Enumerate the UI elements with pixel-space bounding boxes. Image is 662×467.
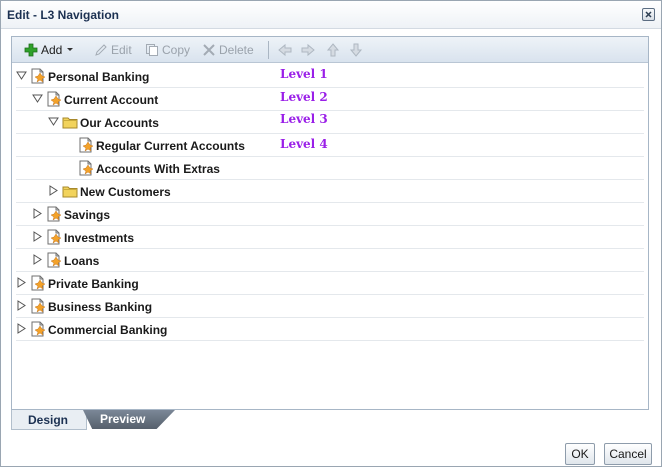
tab-design-label: Design (28, 413, 69, 427)
tree-item-label: Personal Banking (48, 70, 150, 84)
pencil-icon (95, 44, 107, 56)
toolbar: Add Edit Copy Delete (12, 37, 648, 63)
view-tabs: Design Preview (11, 410, 175, 432)
page-icon (78, 160, 94, 176)
page-icon (46, 229, 62, 245)
folder-icon (62, 114, 78, 130)
tree-item-label: New Customers (80, 185, 171, 199)
toolbar-separator (268, 41, 269, 59)
chevron-down-icon (67, 48, 74, 51)
collapsed-triangle-icon[interactable] (32, 208, 43, 219)
title-bar: Edit - L3 Navigation (1, 1, 661, 29)
navigation-editor-panel: Add Edit Copy Delete Personal Banking Cu… (11, 36, 649, 410)
expanded-triangle-icon[interactable] (32, 93, 43, 104)
annotation-level-4: Level 4 (280, 137, 328, 151)
copy-button[interactable]: Copy (145, 42, 190, 58)
collapsed-triangle-icon[interactable] (32, 231, 43, 242)
tree-item-label: Accounts With Extras (96, 162, 220, 176)
tree-item-label: Savings (64, 208, 111, 222)
tree-item-label: Loans (64, 254, 100, 268)
cancel-label: Cancel (609, 447, 647, 461)
tab-preview[interactable]: Preview (83, 410, 175, 429)
page-icon (30, 68, 46, 84)
move-up-icon[interactable] (326, 43, 340, 57)
move-left-icon[interactable] (278, 43, 292, 57)
delete-label: Delete (219, 43, 254, 57)
close-icon (645, 11, 652, 18)
page-icon (30, 275, 46, 291)
annotation-level-3: Level 3 (280, 112, 328, 126)
cancel-button[interactable]: Cancel (604, 443, 652, 465)
delete-button[interactable]: Delete (202, 42, 254, 58)
page-icon (78, 137, 94, 153)
edit-label: Edit (111, 43, 132, 57)
tab-design[interactable]: Design (11, 410, 87, 430)
expanded-triangle-icon[interactable] (16, 70, 27, 81)
tree-item-label: Private Banking (48, 277, 139, 291)
collapsed-triangle-icon[interactable] (16, 323, 27, 334)
tree-row[interactable]: Regular Current Accounts (16, 134, 644, 157)
page-icon (30, 321, 46, 337)
dialog-title: Edit - L3 Navigation (7, 8, 120, 22)
add-label: Add (41, 43, 63, 57)
tree-item-label: Commercial Banking (48, 323, 168, 337)
ok-button[interactable]: OK (565, 443, 595, 465)
tree-item-label: Current Account (64, 93, 159, 107)
edit-button[interactable]: Edit (94, 42, 132, 58)
copy-label: Copy (162, 43, 191, 57)
page-icon (46, 91, 62, 107)
tree-row[interactable]: Loans (16, 249, 644, 272)
edit-dialog: Edit - L3 Navigation Add Edit Copy Delet… (0, 0, 662, 467)
tree-item-label: Our Accounts (80, 116, 159, 130)
add-button[interactable]: Add (24, 42, 74, 58)
page-icon (46, 252, 62, 268)
collapsed-triangle-icon[interactable] (32, 254, 43, 265)
move-down-icon[interactable] (349, 43, 363, 57)
tree-row[interactable]: Commercial Banking (16, 318, 644, 341)
expanded-triangle-icon[interactable] (48, 116, 59, 127)
tree-row[interactable]: Our Accounts (16, 111, 644, 134)
add-icon (24, 43, 38, 57)
close-button[interactable] (642, 8, 655, 21)
collapsed-triangle-icon[interactable] (48, 185, 59, 196)
tree-row[interactable]: Accounts With Extras (16, 157, 644, 180)
tree-item-label: Investments (64, 231, 135, 245)
tree-row[interactable]: Savings (16, 203, 644, 226)
folder-icon (62, 183, 78, 199)
page-icon (46, 206, 62, 222)
tree-row[interactable]: Current Account (16, 88, 644, 111)
tree-row[interactable]: Business Banking (16, 295, 644, 318)
tree-row[interactable]: New Customers (16, 180, 644, 203)
move-right-icon[interactable] (301, 43, 315, 57)
ok-label: OK (571, 447, 589, 461)
tree-row[interactable]: Personal Banking (16, 65, 644, 88)
navigation-tree: Personal Banking Current Account Our Accou… (16, 65, 644, 341)
annotation-level-1: Level 1 (280, 67, 328, 81)
collapsed-triangle-icon[interactable] (16, 277, 27, 288)
tree-row[interactable]: Investments (16, 226, 644, 249)
delete-icon (203, 44, 215, 56)
page-icon (30, 298, 46, 314)
tree-item-label: Business Banking (48, 300, 153, 314)
collapsed-triangle-icon[interactable] (16, 300, 27, 311)
annotation-level-2: Level 2 (280, 90, 328, 104)
copy-icon (146, 44, 158, 56)
tab-preview-label: Preview (100, 412, 146, 426)
tree-item-label: Regular Current Accounts (96, 139, 245, 153)
tree-row[interactable]: Private Banking (16, 272, 644, 295)
